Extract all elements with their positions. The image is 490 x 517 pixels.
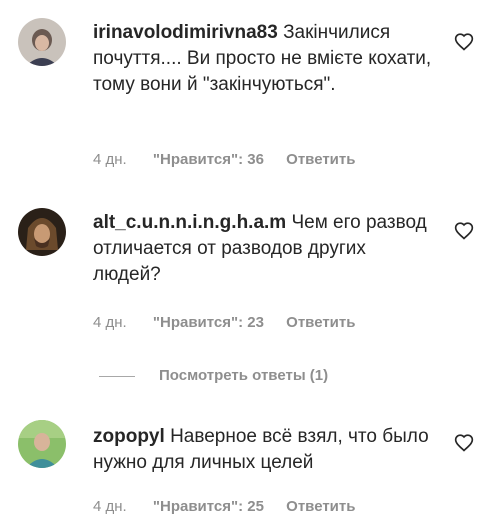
comment-likes[interactable]: "Нравится": 25 bbox=[153, 497, 264, 517]
comment-body: irinavolodimirivna83 Закінчилися почуття… bbox=[93, 20, 438, 98]
comment-body: zopopyl Наверное всё взял, что было нужн… bbox=[93, 424, 438, 476]
comment-username[interactable]: zopopyl bbox=[93, 426, 165, 447]
reply-button[interactable]: Ответить bbox=[286, 313, 355, 333]
comment-likes[interactable]: "Нравится": 23 bbox=[153, 313, 264, 333]
user-avatar-icon bbox=[18, 208, 66, 256]
comment-body: alt_c.u.n.n.i.n.g.h.a.m Чем его развод о… bbox=[93, 210, 438, 288]
reply-button[interactable]: Ответить bbox=[286, 150, 355, 170]
comment-likes[interactable]: "Нравится": 36 bbox=[153, 150, 264, 170]
comment-meta: 4 дн. "Нравится": 23 Ответить bbox=[93, 313, 355, 333]
heart-icon[interactable] bbox=[454, 32, 474, 52]
avatar[interactable] bbox=[18, 420, 66, 468]
view-replies-label: Посмотреть ответы (1) bbox=[159, 367, 329, 384]
reply-button[interactable]: Ответить bbox=[286, 497, 355, 517]
user-avatar-icon bbox=[18, 420, 66, 468]
comment-meta: 4 дн. "Нравится": 36 Ответить bbox=[93, 150, 355, 170]
comment-time[interactable]: 4 дн. bbox=[93, 497, 127, 517]
comment-time[interactable]: 4 дн. bbox=[93, 313, 127, 333]
comment-meta: 4 дн. "Нравится": 25 Ответить bbox=[93, 497, 355, 517]
user-avatar-icon bbox=[18, 18, 66, 66]
avatar[interactable] bbox=[18, 18, 66, 66]
avatar[interactable] bbox=[18, 208, 66, 256]
heart-icon[interactable] bbox=[454, 433, 474, 453]
heart-icon[interactable] bbox=[454, 221, 474, 241]
comment-username[interactable]: alt_c.u.n.n.i.n.g.h.a.m bbox=[93, 212, 286, 233]
divider bbox=[99, 375, 135, 377]
comment-username[interactable]: irinavolodimirivna83 bbox=[93, 22, 278, 43]
view-replies-button[interactable]: Посмотреть ответы (1) bbox=[99, 366, 328, 386]
comment-time[interactable]: 4 дн. bbox=[93, 150, 127, 170]
